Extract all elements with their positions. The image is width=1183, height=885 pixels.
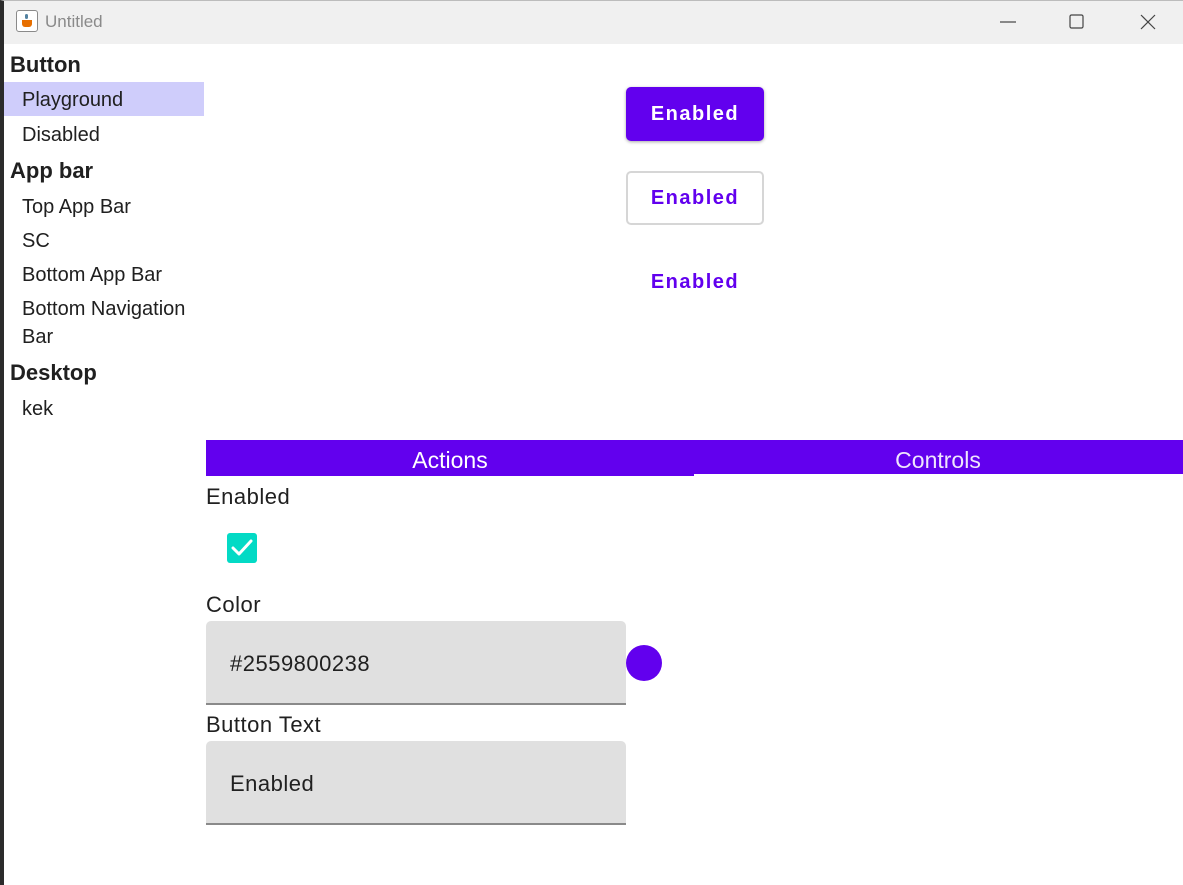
close-icon [1140,14,1156,30]
sidebar-item-kek[interactable]: kek [4,395,204,423]
title-bar[interactable]: Untitled [4,1,1183,44]
sidebar-item-top-app-bar[interactable]: Top App Bar [4,193,204,221]
sidebar-item-label: Bar [22,326,54,348]
contained-button-preview[interactable]: Enabled [626,87,764,141]
button-text-field[interactable]: Enabled [206,741,626,825]
enabled-checkbox[interactable] [227,533,257,563]
sidebar-item-bottom-app-bar[interactable]: Bottom App Bar [4,261,204,289]
minimize-button[interactable] [985,1,1031,44]
outlined-button-preview[interactable]: Enabled [626,171,764,225]
app-window: Untitled Button Playground Disabled App … [0,0,1183,885]
color-label: Color [206,592,262,617]
maximize-button[interactable] [1054,1,1100,44]
group-title-desktop: Desktop [10,360,97,385]
sidebar-item-bottom-navigation-bar[interactable]: Bottom Navigation Bar [4,295,204,351]
group-title-button: Button [10,52,81,77]
sidebar-item-sc[interactable]: SC [4,227,204,255]
tab-actions[interactable]: Actions [206,440,694,476]
color-swatch [626,645,662,681]
sidebar-item-label: Bottom Navigation [22,298,186,320]
minimize-icon [1000,21,1016,23]
java-cup-icon [16,10,38,32]
maximize-icon [1069,14,1084,29]
window-title: Untitled [45,12,103,31]
tab-bar: Actions Controls [206,440,1183,476]
text-button-preview[interactable]: Enabled [626,255,764,309]
button-text-label: Button Text [206,712,322,737]
tab-indicator [694,474,1183,476]
enabled-label: Enabled [206,484,291,509]
sidebar-item-playground[interactable]: Playground [4,82,204,116]
close-button[interactable] [1125,1,1171,44]
sidebar-item-disabled[interactable]: Disabled [4,121,204,149]
sidebar: Button Playground Disabled App bar Top A… [4,44,204,885]
checkmark-icon [231,539,253,556]
tab-controls[interactable]: Controls [694,440,1182,476]
group-title-app-bar: App bar [10,158,94,183]
color-field[interactable]: #2559800238 [206,621,626,705]
